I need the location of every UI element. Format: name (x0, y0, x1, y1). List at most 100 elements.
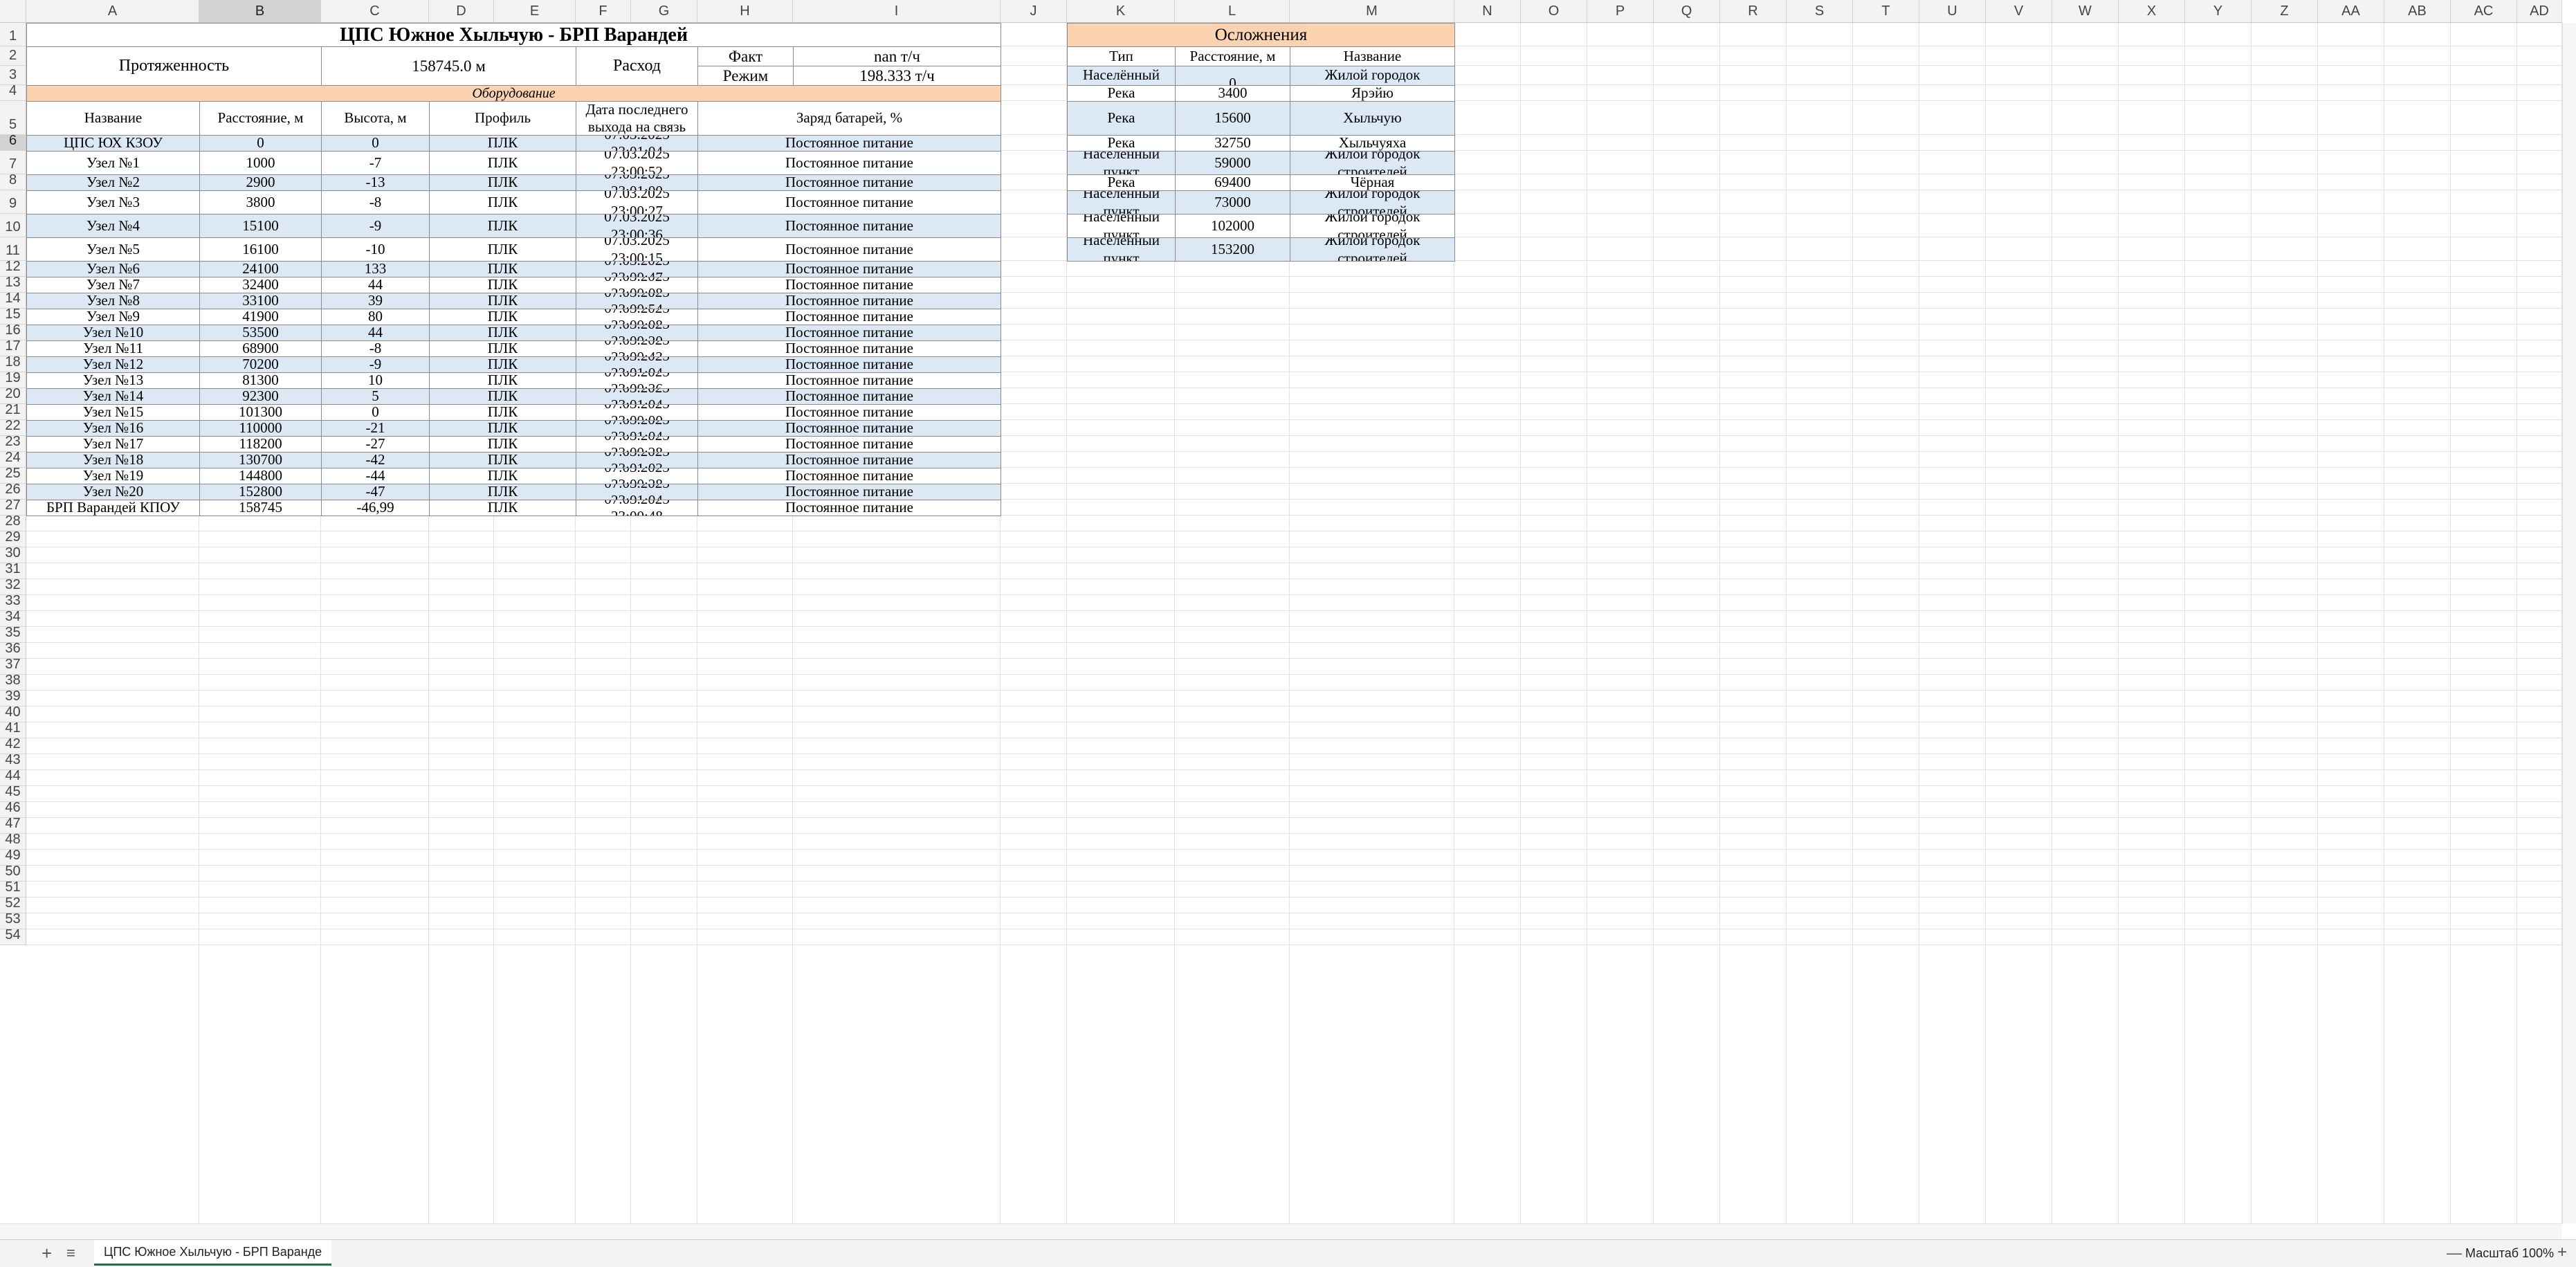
cell-last-contact[interactable]: 07.03.2025 23:00:36 (576, 372, 698, 389)
cell-node-name[interactable]: Узел №9 (26, 309, 200, 325)
complication-distance[interactable]: 153200 (1175, 237, 1290, 262)
equipment-header[interactable]: Оборудование (26, 85, 1001, 102)
complication-distance[interactable]: 73000 (1175, 190, 1290, 215)
sheet-list-icon[interactable]: ≡ (66, 1244, 75, 1262)
cell-profile[interactable]: ПЛК (429, 388, 576, 405)
cell-height[interactable]: -44 (321, 468, 430, 484)
complication-name[interactable]: Жилой городок строителей (1290, 190, 1455, 215)
complications-header-name[interactable]: Название (1290, 46, 1455, 66)
cell-distance[interactable]: 2900 (199, 174, 322, 191)
cell-height[interactable]: -27 (321, 436, 430, 453)
cell-battery[interactable]: Постоянное питание (697, 309, 1001, 325)
cell-distance[interactable]: 70200 (199, 356, 322, 373)
horizontal-scrollbar[interactable] (0, 1223, 2562, 1240)
column-header[interactable]: AC (2451, 0, 2517, 23)
complication-name[interactable]: Жилой городок строителей (1290, 214, 1455, 238)
cell-distance[interactable]: 0 (199, 135, 322, 152)
column-header[interactable]: Z (2251, 0, 2318, 23)
complications-header-distance[interactable]: Расстояние, м (1175, 46, 1290, 66)
cell-height[interactable]: -8 (321, 340, 430, 357)
complication-name[interactable]: Чёрная (1290, 174, 1455, 191)
cell-distance[interactable]: 16100 (199, 237, 322, 262)
cell-last-contact[interactable]: 07.03.2025 23:01:03 (576, 452, 698, 468)
complication-distance[interactable]: 59000 (1175, 151, 1290, 175)
cell-height[interactable]: 0 (321, 404, 430, 421)
column-header[interactable]: N (1454, 0, 1521, 23)
cell-battery[interactable]: Постоянное питание (697, 500, 1001, 516)
column-title-height[interactable]: Высота, м (321, 101, 430, 136)
row-header[interactable]: 1 (0, 23, 26, 46)
column-title-last-contact[interactable]: Дата последнего выхода на связь (576, 101, 698, 136)
column-header[interactable]: Q (1654, 0, 1720, 23)
length-value[interactable]: 158745.0 м (321, 46, 576, 86)
complication-type[interactable]: Населённый пункт (1067, 190, 1176, 215)
column-header[interactable]: AB (2384, 0, 2451, 23)
cell-distance[interactable]: 118200 (199, 436, 322, 453)
cell-node-name[interactable]: Узел №8 (26, 293, 200, 309)
cell-height[interactable]: 133 (321, 261, 430, 277)
cell-battery[interactable]: Постоянное питание (697, 237, 1001, 262)
cell-profile[interactable]: ПЛК (429, 293, 576, 309)
cell-profile[interactable]: ПЛК (429, 500, 576, 516)
cell-battery[interactable]: Постоянное питание (697, 452, 1001, 468)
complication-type[interactable]: Река (1067, 85, 1176, 102)
complication-type[interactable]: Населённый пункт (1067, 151, 1176, 175)
cell-battery[interactable]: Постоянное питание (697, 372, 1001, 389)
cell-last-contact[interactable]: 07.03.2025 23:00:36 (576, 214, 698, 238)
column-header[interactable]: I (793, 0, 1001, 23)
cell-last-contact[interactable]: 07.03.2025 23:00:47 (576, 261, 698, 277)
cell-profile[interactable]: ПЛК (429, 309, 576, 325)
zoom-out-icon[interactable]: — (2447, 1244, 2462, 1262)
cell-battery[interactable]: Постоянное питание (697, 404, 1001, 421)
cell-battery[interactable]: Постоянное питание (697, 436, 1001, 453)
cell-last-contact[interactable]: 07.03.2025 23:01:04 (576, 135, 698, 152)
cell-profile[interactable]: ПЛК (429, 325, 576, 341)
cell-node-name[interactable]: Узел №15 (26, 404, 200, 421)
row-header[interactable]: 4 (0, 83, 26, 101)
column-header[interactable]: L (1175, 0, 1290, 23)
row-header[interactable]: 9 (0, 190, 26, 214)
cell-last-contact[interactable]: 07.03.2025 23:00:48 (576, 500, 698, 516)
row-header[interactable]: 10 (0, 214, 26, 237)
complication-name[interactable]: Жилой городок строителей (1290, 237, 1455, 262)
cell-last-contact[interactable]: 07.03.2025 23:01:04 (576, 484, 698, 500)
column-header[interactable]: C (321, 0, 429, 23)
cell-node-name[interactable]: Узел №16 (26, 420, 200, 437)
cell-height[interactable]: -10 (321, 237, 430, 262)
cell-profile[interactable]: ПЛК (429, 261, 576, 277)
fact-label[interactable]: Факт (697, 46, 794, 66)
row-header[interactable]: 54 (0, 927, 26, 945)
column-header[interactable]: P (1587, 0, 1654, 23)
cell-distance[interactable]: 81300 (199, 372, 322, 389)
cell-node-name[interactable]: Узел №4 (26, 214, 200, 238)
cell-node-name[interactable]: Узел №20 (26, 484, 200, 500)
cell-profile[interactable]: ПЛК (429, 404, 576, 421)
cell-distance[interactable]: 92300 (199, 388, 322, 405)
cell-distance[interactable]: 144800 (199, 468, 322, 484)
mode-value[interactable]: 198.333 т/ч (793, 66, 1001, 86)
cell-node-name[interactable]: Узел №6 (26, 261, 200, 277)
cell-height[interactable]: 5 (321, 388, 430, 405)
cell-node-name[interactable]: Узел №10 (26, 325, 200, 341)
cell-last-contact[interactable]: 07.03.2025 23:00:52 (576, 151, 698, 175)
column-header[interactable]: AA (2318, 0, 2384, 23)
row-header[interactable]: 11 (0, 237, 26, 261)
column-header[interactable]: E (494, 0, 576, 23)
cell-battery[interactable]: Постоянное питание (697, 135, 1001, 152)
cell-profile[interactable]: ПЛК (429, 372, 576, 389)
cell-distance[interactable]: 53500 (199, 325, 322, 341)
cell-battery[interactable]: Постоянное питание (697, 468, 1001, 484)
cell-last-contact[interactable]: 07.03.2025 23:01:04 (576, 420, 698, 437)
cell-height[interactable]: -42 (321, 452, 430, 468)
complication-type[interactable]: Населённый пункт (1067, 214, 1176, 238)
cell-profile[interactable]: ПЛК (429, 420, 576, 437)
cell-battery[interactable]: Постоянное питание (697, 420, 1001, 437)
row-header[interactable]: 2 (0, 46, 26, 66)
row-header[interactable]: 8 (0, 172, 26, 190)
cell-node-name[interactable]: Узел №12 (26, 356, 200, 373)
complication-name[interactable]: Хыльчую (1290, 101, 1455, 136)
cell-node-name[interactable]: Узел №11 (26, 340, 200, 357)
cell-last-contact[interactable]: 07.03.2025 23:00:08 (576, 309, 698, 325)
column-header[interactable]: G (631, 0, 697, 23)
cell-battery[interactable]: Постоянное питание (697, 356, 1001, 373)
